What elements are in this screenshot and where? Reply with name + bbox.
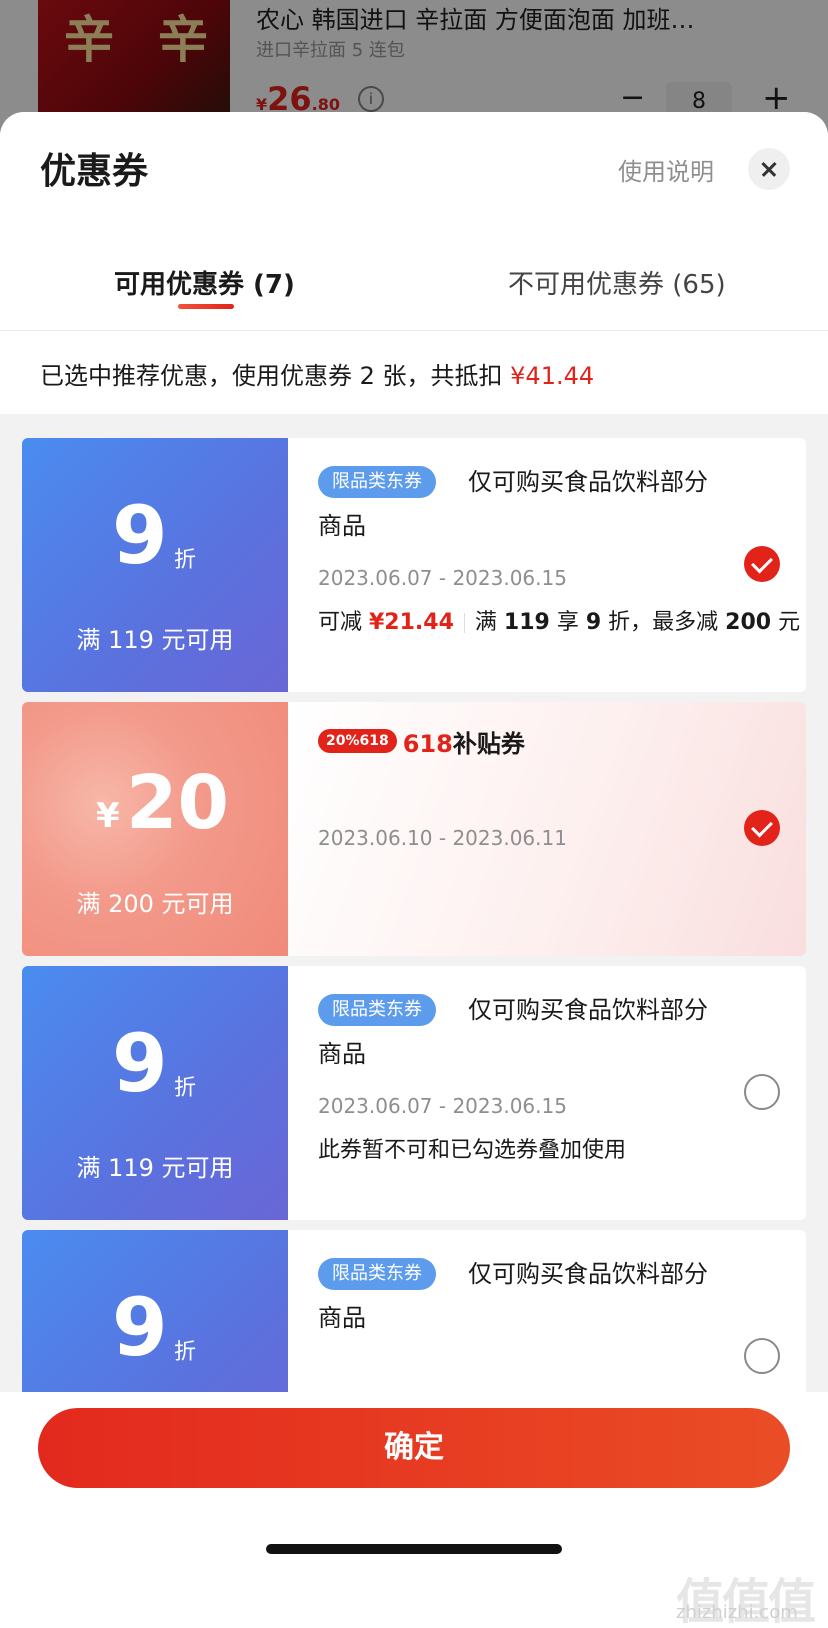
help-link[interactable]: 使用说明 — [618, 152, 714, 187]
coupon-value-panel: 9 折 满 119 元可用 — [22, 438, 288, 692]
subsidy-coupon-badge: 20%618 618补贴券 — [318, 728, 525, 758]
coupon-value-panel: 9 折 满 119 元可用 — [22, 966, 288, 1220]
coupon-validity: 2023.06.10 - 2023.06.11 — [318, 826, 567, 850]
coupon-discount-value: 9 — [112, 1017, 168, 1110]
coupon-type-tag: 限品类东券 — [318, 1258, 436, 1290]
summary-amount: ¥41.44 — [510, 362, 595, 390]
coupon-info-panel: 限品类东券 仅可购买食品饮料部分 商品 2023.06.07 - 2023.06… — [288, 966, 806, 1220]
coupon-card[interactable]: ¥ 20 满 200 元可用 20%618 618补贴券 2023.06.10 … — [22, 702, 806, 956]
bottom-bar: 确定 值值值 zhizhizhi.com — [0, 1392, 828, 1628]
coupon-description-cont: 商品 — [318, 1040, 366, 1068]
watermark-url: zhizhizhi.com — [676, 1602, 798, 1623]
sheet-title: 优惠券 — [40, 151, 149, 192]
divider — [0, 330, 828, 331]
coupon-condition: 满 119 元可用 — [76, 626, 234, 654]
coupon-description: 仅可购买食品饮料部分 — [468, 1260, 708, 1288]
coupon-currency: ¥ — [96, 796, 120, 836]
618-logo-pill: 20%618 — [318, 729, 397, 753]
coupon-saving-detail: 可减 ¥21.44 满 119 享 9 折，最多减 200 元 — [318, 610, 801, 635]
coupon-value-panel: ¥ 20 满 200 元可用 — [22, 702, 288, 956]
coupon-validity: 2023.06.07 - 2023.06.15 — [318, 566, 567, 590]
coupon-description: 仅可购买食品饮料部分 — [468, 996, 708, 1024]
checkmark-selected-icon[interactable] — [744, 810, 780, 846]
confirm-button[interactable]: 确定 — [38, 1408, 790, 1488]
coupon-discount-value: 9 — [112, 1281, 168, 1374]
coupon-type-tag: 限品类东券 — [318, 994, 436, 1026]
coupon-discount-unit: 折 — [174, 1076, 197, 1101]
selection-summary: 已选中推荐优惠，使用优惠券 2 张，共抵扣 ¥41.44 — [40, 362, 595, 390]
coupon-info-panel: 限品类东券 仅可购买食品饮料部分 商品 2023.06.07 - 2023.06… — [288, 438, 806, 692]
coupon-discount-value: 9 — [112, 489, 168, 582]
coupon-card[interactable]: 9 折 满 119 元可用 限品类东券 仅可购买食品饮料部分 商品 2023.0… — [22, 438, 806, 692]
radio-unselected-icon[interactable] — [744, 1338, 780, 1374]
coupon-validity: 2023.06.07 - 2023.06.15 — [318, 1094, 567, 1118]
coupon-condition: 满 200 元可用 — [76, 890, 234, 918]
tab-active-indicator — [178, 304, 234, 309]
checkmark-selected-icon[interactable] — [744, 546, 780, 582]
sheet-header: 优惠券 使用说明 可用优惠券 (7) 不可用优惠券 (65) 已选中推荐优惠，使… — [0, 112, 828, 414]
coupon-discount-unit: 折 — [174, 1340, 197, 1365]
coupon-condition: 满 119 元可用 — [76, 1154, 234, 1182]
coupon-discount-unit: 折 — [174, 548, 197, 573]
coupon-amount-value: 20 — [126, 760, 229, 846]
coupon-card[interactable]: 9 折 满 119 元可用 限品类东券 仅可购买食品饮料部分 商品 2023.0… — [22, 966, 806, 1220]
coupon-stack-note: 此券暂不可和已勾选券叠加使用 — [318, 1138, 627, 1163]
tab-available[interactable]: 可用优惠券 (7) — [114, 264, 295, 301]
coupon-info-panel: 20%618 618补贴券 2023.06.10 - 2023.06.11 — [288, 702, 806, 956]
home-indicator[interactable] — [266, 1544, 562, 1554]
coupon-type-tag: 限品类东券 — [318, 466, 436, 498]
tab-unavailable[interactable]: 不可用优惠券 (65) — [508, 264, 726, 301]
coupon-description-cont: 商品 — [318, 512, 366, 540]
radio-unselected-icon[interactable] — [744, 1074, 780, 1110]
coupon-description-cont: 商品 — [318, 1304, 366, 1332]
close-icon[interactable] — [748, 148, 790, 190]
coupon-description: 仅可购买食品饮料部分 — [468, 468, 708, 496]
